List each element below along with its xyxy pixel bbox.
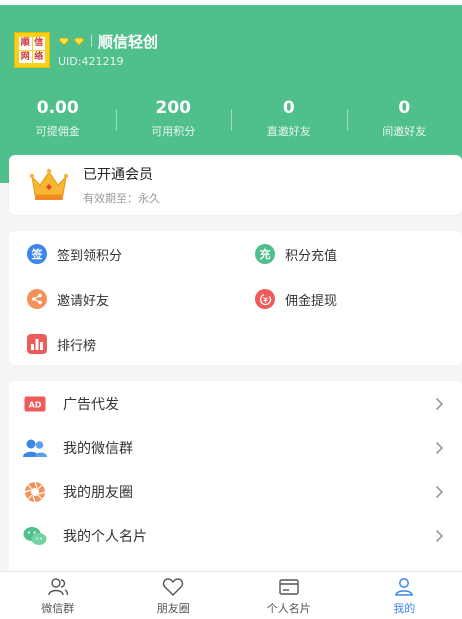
moments-icon — [23, 480, 47, 504]
chevron-right-icon — [435, 529, 444, 543]
chevron-right-icon — [435, 441, 444, 455]
chevron-right-icon — [435, 397, 444, 411]
diamond-icon — [73, 37, 85, 46]
user-id: UID:421219 — [58, 55, 124, 68]
quick-withdraw[interactable]: 佣金提现 — [255, 287, 337, 311]
stat-commission[interactable]: 0.00 可提佣金 — [0, 97, 116, 139]
menu-label: 广告代发 — [63, 397, 119, 413]
tab-mine[interactable]: 我的 — [347, 572, 462, 619]
chevron-right-icon — [435, 485, 444, 499]
wechat-icon — [23, 524, 47, 548]
tab-groups[interactable]: 微信群 — [0, 572, 116, 619]
crown-icon — [29, 168, 69, 200]
quick-sign-in[interactable]: 签 签到领积分 — [27, 242, 122, 266]
recharge-icon: 充 — [255, 244, 275, 264]
avatar-char: 信 — [32, 37, 45, 50]
membership-expiry: 有效期至：永久 — [83, 192, 160, 205]
membership-title: 已开通会员 — [83, 167, 153, 183]
ad-badge-text: AD — [29, 401, 42, 410]
menu-list: AD 广告代发 我的微信群 我的朋友圈 我的个人名片 — [9, 381, 462, 571]
stat-value: 0 — [398, 98, 411, 118]
stat-value: 0.00 — [36, 98, 79, 118]
person-icon — [395, 578, 414, 596]
stat-direct-invites[interactable]: 0 直邀好友 — [231, 97, 347, 139]
ad-icon: AD — [23, 392, 47, 416]
withdraw-icon — [255, 289, 275, 309]
quick-ranking[interactable]: 排行榜 — [27, 332, 96, 356]
quick-label: 排行榜 — [57, 338, 97, 354]
menu-item-groups[interactable]: 我的微信群 — [9, 426, 462, 470]
quick-invite[interactable]: 邀请好友 — [27, 287, 109, 311]
quick-label: 佣金提现 — [285, 293, 338, 309]
avatar-char: 順 — [19, 37, 32, 50]
card-icon — [279, 579, 299, 595]
status-strip — [0, 0, 462, 5]
menu-label: 我的个人名片 — [63, 529, 147, 545]
tab-label: 微信群 — [41, 602, 75, 615]
menu-item-ad[interactable]: AD 广告代发 — [9, 382, 462, 426]
quick-label: 邀请好友 — [57, 293, 110, 309]
tab-moments[interactable]: 朋友圈 — [116, 572, 232, 619]
bottom-tab-bar: 微信群 朋友圈 个人名片 我的 — [0, 571, 462, 619]
quick-label: 积分充值 — [285, 248, 338, 264]
stat-label: 可提佣金 — [35, 125, 80, 138]
sign-icon: 签 — [27, 244, 47, 264]
membership-card[interactable]: 已开通会员 有效期至：永久 — [9, 155, 462, 215]
menu-item-moments[interactable]: 我的朋友圈 — [9, 470, 462, 514]
stat-label: 直邀好友 — [266, 125, 311, 138]
quick-recharge[interactable]: 充 积分充值 — [255, 242, 337, 266]
stat-value: 200 — [155, 98, 192, 118]
users-icon — [48, 578, 68, 596]
share-icon — [27, 289, 47, 309]
stats-bar: 0.00 可提佣金 200 可用积分 0 直邀好友 0 间邀好友 — [0, 97, 462, 139]
stat-indirect-invites[interactable]: 0 间邀好友 — [346, 97, 462, 139]
avatar[interactable]: 順 信 网 络 — [14, 32, 50, 68]
tab-label: 我的 — [393, 602, 416, 615]
divider — [91, 35, 92, 47]
stat-label: 可用积分 — [151, 125, 196, 138]
stat-points[interactable]: 200 可用积分 — [115, 97, 232, 139]
quick-label: 签到领积分 — [57, 248, 123, 264]
avatar-char: 网 — [19, 50, 32, 63]
tab-card[interactable]: 个人名片 — [231, 572, 347, 619]
menu-item-card[interactable]: 我的个人名片 — [9, 514, 462, 558]
stat-value: 0 — [282, 98, 295, 118]
avatar-char: 络 — [32, 50, 45, 63]
tab-label: 朋友圈 — [156, 602, 190, 615]
ranking-icon — [27, 334, 47, 354]
stat-label: 间邀好友 — [382, 125, 427, 138]
heart-icon — [163, 578, 184, 596]
tab-label: 个人名片 — [266, 602, 311, 615]
menu-label: 我的微信群 — [63, 441, 133, 457]
group-icon — [23, 436, 47, 460]
menu-label: 我的朋友圈 — [63, 485, 133, 501]
nickname: 顺信轻创 — [98, 32, 159, 51]
quick-actions: 签 签到领积分 充 积分充值 邀请好友 佣金提现 排行榜 — [9, 231, 462, 365]
diamond-icon — [58, 37, 70, 46]
profile: 順 信 网 络 顺信轻创 UID:421219 — [14, 32, 158, 68]
